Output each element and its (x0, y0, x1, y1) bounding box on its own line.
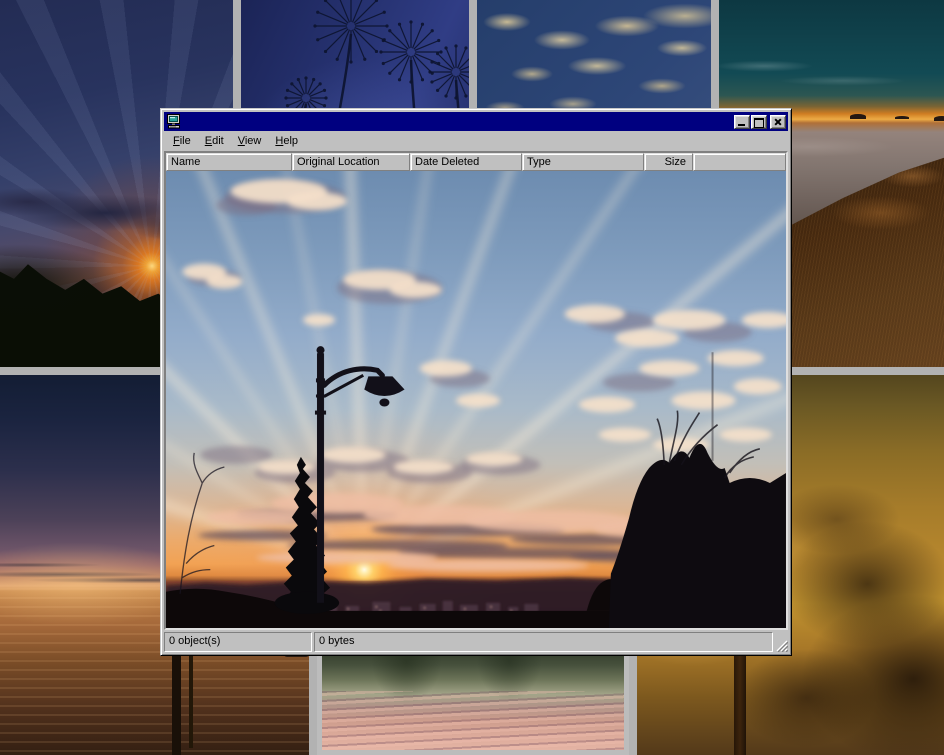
file-list-view[interactable]: Name Original Location Date Deleted Type… (164, 151, 788, 630)
column-header-date-deleted[interactable]: Date Deleted (410, 153, 522, 171)
column-header-row: Name Original Location Date Deleted Type… (166, 153, 786, 171)
menu-file[interactable]: File (166, 133, 198, 149)
menu-help[interactable]: Help (268, 133, 305, 149)
computer-icon[interactable] (166, 114, 182, 129)
distant-islands (850, 114, 866, 119)
status-objects: 0 object(s) (164, 632, 312, 652)
minimize-icon (738, 124, 745, 126)
menu-edit[interactable]: Edit (198, 133, 231, 149)
maximize-button[interactable] (751, 115, 767, 129)
sunset-scene (166, 171, 786, 628)
titlebar[interactable] (164, 112, 788, 131)
resize-grip[interactable] (775, 639, 788, 652)
maximize-icon (754, 118, 764, 128)
list-background-photo-streetlamp-sunset[interactable] (166, 171, 786, 628)
menu-bar: File Edit View Help (164, 131, 788, 151)
recycle-bin-window: File Edit View Help Name Original Locati… (160, 108, 792, 656)
column-header-filler (693, 153, 786, 171)
column-header-original-location[interactable]: Original Location (292, 153, 410, 171)
cypress-base (275, 592, 339, 614)
column-header-size[interactable]: Size (644, 153, 693, 171)
column-header-type[interactable]: Type (522, 153, 644, 171)
water-pole (172, 647, 181, 755)
water-pole (189, 652, 193, 748)
status-bar: 0 object(s) 0 bytes (164, 632, 788, 652)
status-bytes: 0 bytes (314, 632, 773, 652)
menu-view[interactable]: View (231, 133, 269, 149)
column-header-name[interactable]: Name (166, 153, 292, 171)
close-button[interactable] (770, 115, 786, 129)
minimize-button[interactable] (734, 115, 750, 129)
